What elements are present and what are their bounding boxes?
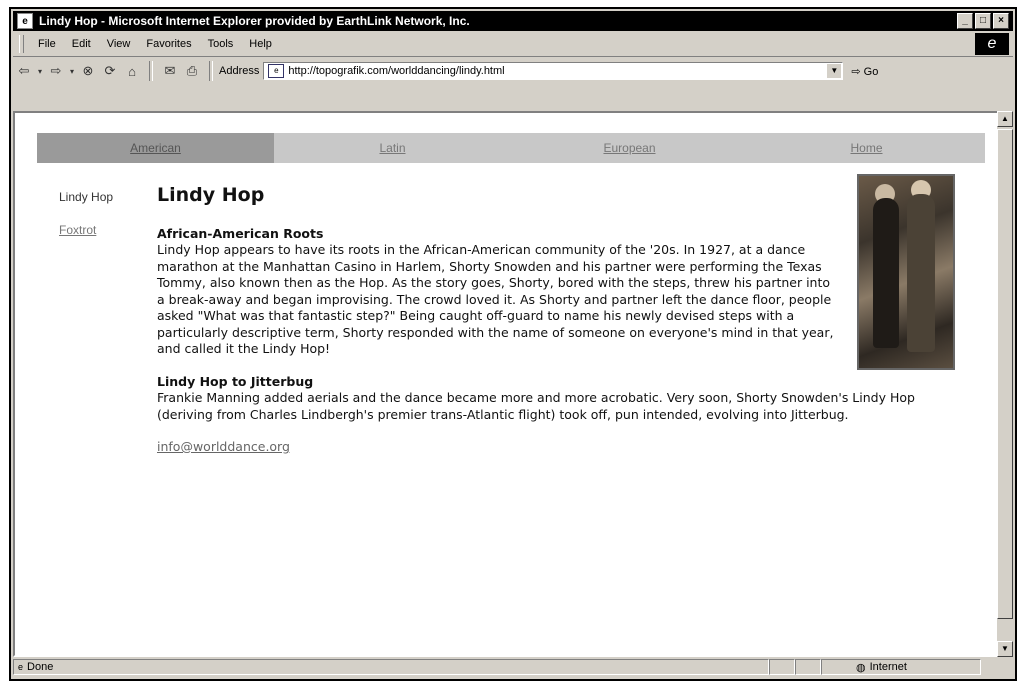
status-text-panel: e Done xyxy=(13,659,769,675)
toolbar-separator xyxy=(149,61,153,81)
vertical-scrollbar[interactable]: ▲ ▼ xyxy=(997,111,1013,657)
forward-icon[interactable]: ⇨ xyxy=(45,61,67,81)
go-button[interactable]: ⇨ Go xyxy=(851,65,878,78)
close-button[interactable]: × xyxy=(993,13,1009,29)
email-link[interactable]: info@worlddance.org xyxy=(157,439,290,454)
status-zone-panel: ◍ Internet xyxy=(821,659,981,675)
address-label: Address xyxy=(219,65,260,77)
window-controls: _ □ × xyxy=(957,13,1009,29)
refresh-icon[interactable]: ⟳ xyxy=(99,61,121,81)
forward-dropdown-icon[interactable]: ▾ xyxy=(67,61,77,81)
ie-page-icon: e xyxy=(17,13,33,29)
browser-window: e Lindy Hop - Microsoft Internet Explore… xyxy=(9,7,1017,681)
section-text-jitterbug: Frankie Manning added aerials and the da… xyxy=(157,390,915,422)
section-heading-roots: African-American Roots xyxy=(157,225,324,241)
address-dropdown-icon[interactable]: ▼ xyxy=(827,64,842,78)
scroll-thumb[interactable] xyxy=(997,129,1013,619)
home-icon[interactable]: ⌂ xyxy=(121,61,143,81)
status-text: Done xyxy=(27,661,54,673)
section-text-roots: Lindy Hop appears to have its roots in t… xyxy=(157,242,834,356)
go-arrow-icon: ⇨ xyxy=(851,65,861,78)
menu-view[interactable]: View xyxy=(99,38,139,50)
section-heading-jitterbug: Lindy Hop to Jitterbug xyxy=(157,373,314,389)
scroll-up-icon[interactable]: ▲ xyxy=(997,111,1013,127)
nav-american[interactable]: American xyxy=(37,133,274,163)
status-bar: e Done ◍ Internet xyxy=(13,657,1013,677)
title-bar[interactable]: e Lindy Hop - Microsoft Internet Explore… xyxy=(13,11,1013,31)
go-label: Go xyxy=(863,65,879,78)
article: Lindy Hop African-American Roots Lindy H… xyxy=(157,173,969,456)
menubar-grip[interactable] xyxy=(19,35,24,53)
status-panel-empty xyxy=(795,659,821,675)
menu-favorites[interactable]: Favorites xyxy=(138,38,199,50)
window-title: Lindy Hop - Microsoft Internet Explorer … xyxy=(39,14,470,28)
page-title: Lindy Hop xyxy=(157,184,265,206)
menu-tools[interactable]: Tools xyxy=(200,38,242,50)
status-panel-empty xyxy=(769,659,795,675)
menu-file[interactable]: File xyxy=(30,38,64,50)
page-viewport[interactable]: American Latin European Home Lindy Hop F… xyxy=(13,111,999,657)
maximize-button[interactable]: □ xyxy=(975,13,991,29)
scroll-down-icon[interactable]: ▼ xyxy=(997,641,1013,657)
nav-latin[interactable]: Latin xyxy=(274,133,511,163)
side-link-foxtrot[interactable]: Foxtrot xyxy=(59,223,129,237)
back-dropdown-icon[interactable]: ▾ xyxy=(35,61,45,81)
menu-help[interactable]: Help xyxy=(241,38,280,50)
standard-toolbar: ⇦ ▾ ⇨ ▾ ⊗ ⟳ ⌂ ✉ ⎙ Address e http://topog… xyxy=(13,57,1013,85)
mail-icon[interactable]: ✉ xyxy=(159,61,181,81)
stop-icon[interactable]: ⊗ xyxy=(77,61,99,81)
print-icon[interactable]: ⎙ xyxy=(181,61,203,81)
internet-zone-icon: ◍ xyxy=(856,661,866,674)
nav-european[interactable]: European xyxy=(511,133,748,163)
address-url[interactable]: http://topografik.com/worlddancing/lindy… xyxy=(288,65,504,77)
side-current-page: Lindy Hop xyxy=(59,190,114,204)
address-field[interactable]: e http://topografik.com/worlddancing/lin… xyxy=(263,62,844,80)
page-icon: e xyxy=(268,64,285,78)
minimize-button[interactable]: _ xyxy=(957,13,973,29)
status-zone: Internet xyxy=(869,661,907,673)
top-nav: American Latin European Home xyxy=(37,133,985,163)
menu-bar: File Edit View Favorites Tools Help e xyxy=(13,32,1013,57)
side-nav: Lindy Hop Foxtrot xyxy=(59,189,129,237)
nav-home[interactable]: Home xyxy=(748,133,985,163)
status-page-icon: e xyxy=(18,662,24,672)
menu-edit[interactable]: Edit xyxy=(64,38,99,50)
back-icon[interactable]: ⇦ xyxy=(13,61,35,81)
dancers-photo xyxy=(857,173,955,370)
toolbar-separator xyxy=(209,61,213,81)
ie-throbber-icon: e xyxy=(975,33,1009,55)
